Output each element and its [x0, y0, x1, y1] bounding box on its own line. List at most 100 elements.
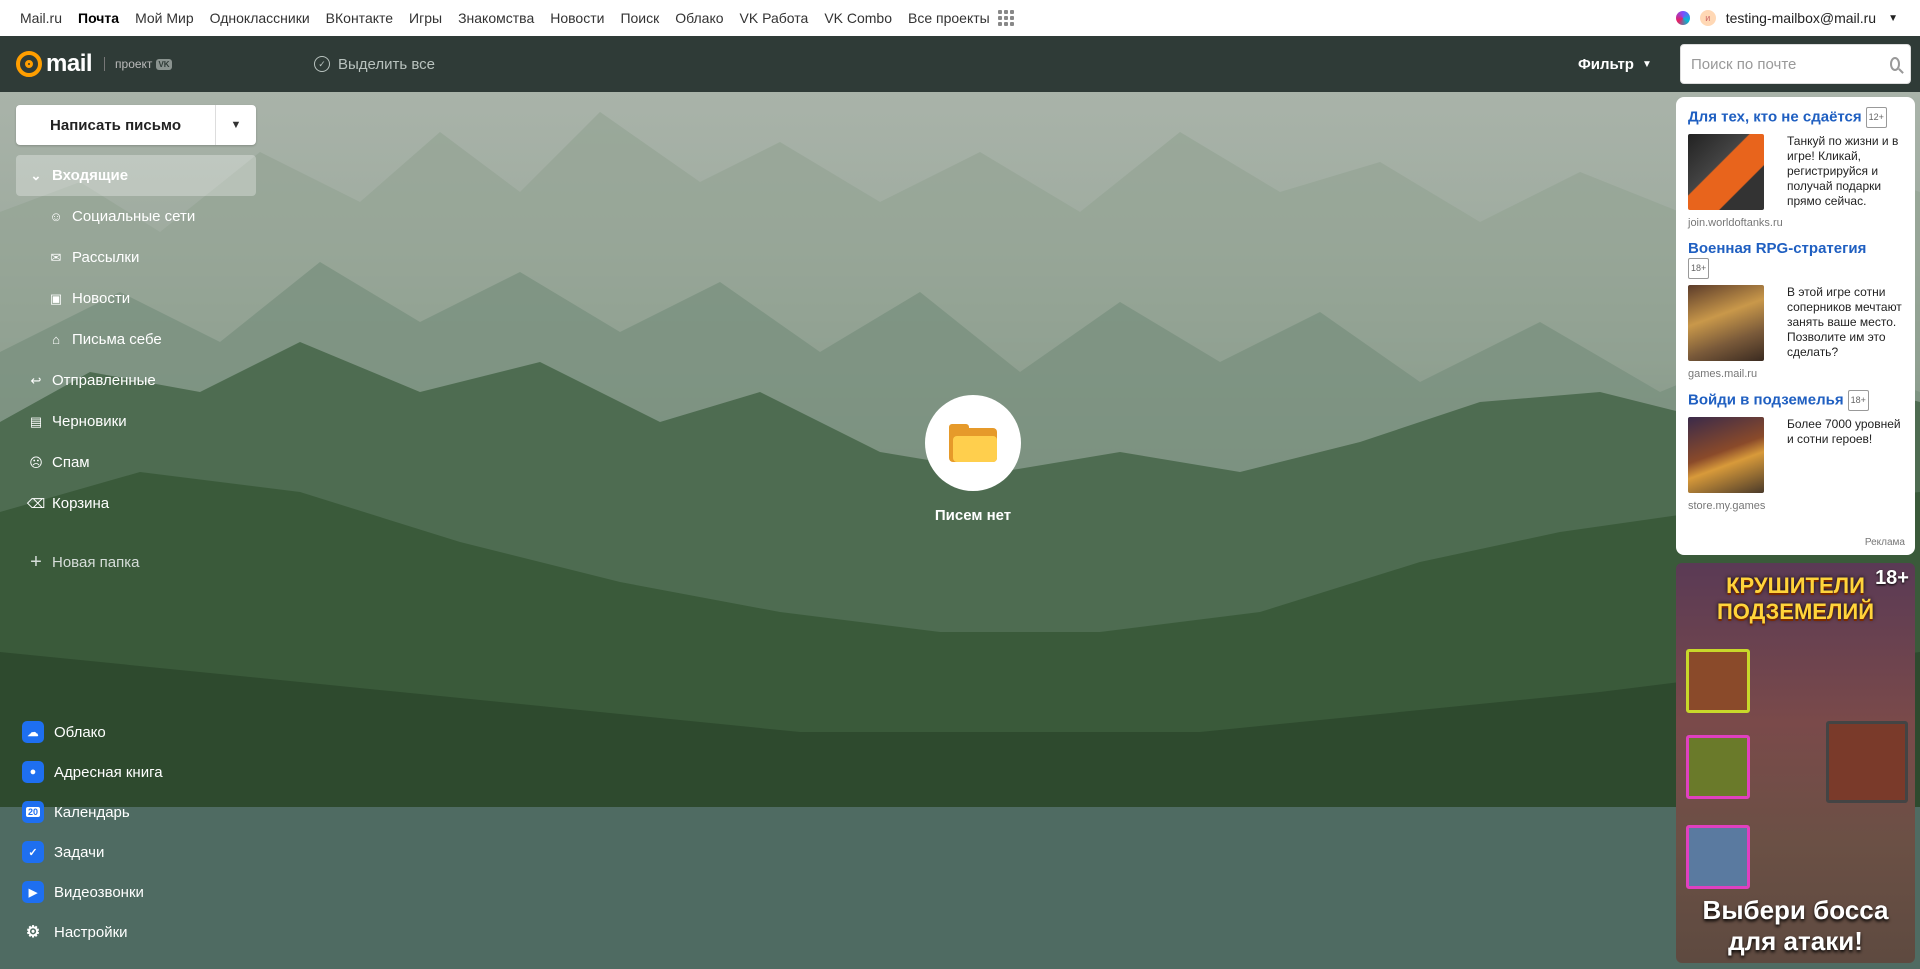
portal-link-dating[interactable]: Знакомства [458, 10, 534, 26]
calendar-icon: 20 [22, 801, 44, 823]
settings-icon: ⚙ [25, 924, 41, 941]
folder-news[interactable]: ▣ Новости [16, 278, 256, 319]
ad-title[interactable]: Войди в подземелья [1688, 391, 1844, 408]
folder-label: Черновики [52, 413, 127, 430]
empty-folder-badge [925, 395, 1021, 491]
folder-drafts[interactable]: ▤ Черновики [16, 401, 256, 442]
avatar[interactable]: и [1699, 10, 1716, 26]
app-video-calls[interactable]: ▶ Видеозвонки [22, 872, 262, 912]
search-box[interactable] [1680, 44, 1911, 84]
ad-body: Танкуй по жизни и в игре! Кликай, регист… [1688, 134, 1903, 210]
ad-title-row[interactable]: Военная RPG-стратегия 18+ [1688, 239, 1903, 279]
plus-icon: + [30, 551, 42, 573]
background-bottom [0, 807, 1920, 969]
app-label: Облако [54, 723, 106, 741]
portal-link-vk-combo[interactable]: VK Combo [824, 10, 892, 26]
portal-link-games[interactable]: Игры [409, 10, 442, 26]
portal-link-pochta[interactable]: Почта [78, 10, 119, 26]
app-label: Видеозвонки [54, 883, 144, 901]
to-self-icon: ⌂ [52, 332, 60, 347]
ad-thumbnail[interactable] [1688, 285, 1764, 361]
drafts-icon: ▤ [29, 413, 43, 429]
search-icon[interactable] [1890, 57, 1900, 71]
portal-link-mailru[interactable]: Mail.ru [20, 10, 62, 26]
ad-item[interactable]: Войди в подземелья 18+ Более 7000 уровней… [1688, 390, 1903, 512]
ad-domain[interactable]: games.mail.ru [1688, 368, 1903, 380]
ad-domain[interactable]: join.worldoftanks.ru [1688, 217, 1903, 229]
app-tasks[interactable]: ✓ Задачи [22, 832, 262, 872]
ad-thumbnail[interactable] [1688, 134, 1764, 210]
account-area: и testing-mailbox@mail.ru ▼ [1675, 0, 1898, 36]
video-call-icon: ▶ [22, 881, 44, 903]
hero-portrait-image [1686, 825, 1750, 889]
select-all-label: Выделить все [338, 55, 436, 73]
apps-list: ☁ Облако ● Адресная книга 20 Календарь ✓… [22, 712, 262, 952]
folder-list: ⌄ Входящие ☺ Социальные сети ✉ Рассылки … [16, 155, 256, 583]
app-label: Настройки [54, 923, 128, 941]
portal-link-vk-work[interactable]: VK Работа [740, 10, 809, 26]
ad-item[interactable]: Военная RPG-стратегия 18+ В этой игре сот… [1688, 239, 1903, 380]
tasks-icon: ✓ [22, 841, 44, 863]
app-label: Календарь [54, 803, 130, 821]
age-badge: 18+ [1847, 390, 1869, 411]
ad-item[interactable]: Для тех, кто не сдаётся 12+ Танкуй по жиз… [1688, 107, 1903, 229]
search-input[interactable] [1691, 55, 1890, 73]
folder-trash[interactable]: ⌫ Корзина [16, 483, 256, 524]
portal-link-cloud[interactable]: Облако [675, 10, 723, 26]
logo-text: mail [46, 50, 93, 77]
mail-logo[interactable]: mail проект VK [16, 50, 172, 78]
ad-title-row[interactable]: Для тех, кто не сдаётся 12+ [1688, 107, 1903, 128]
hero-portrait-image [1686, 649, 1750, 713]
portal-link-news[interactable]: Новости [550, 10, 604, 26]
ad-title[interactable]: Для тех, кто не сдаётся [1688, 108, 1862, 125]
folder-newsletters[interactable]: ✉ Рассылки [16, 237, 256, 278]
app-label: Адресная книга [54, 763, 163, 781]
ad-panel: Для тех, кто не сдаётся 12+ Танкуй по жиз… [1676, 97, 1915, 555]
folder-label: Корзина [52, 495, 110, 512]
portal-link-moy-mir[interactable]: Мой Мир [135, 10, 194, 26]
ad-body: Более 7000 уровней и сотни героев! [1688, 417, 1903, 493]
chevron-down-icon[interactable]: ⌄ [28, 168, 44, 184]
portal-link-all-projects[interactable]: Все проекты [908, 10, 990, 26]
news-icon: ▣ [49, 290, 63, 306]
folder-label: Рассылки [72, 249, 140, 266]
folder-label: Спам [52, 454, 90, 471]
folder-social[interactable]: ☺ Социальные сети [16, 196, 256, 237]
assistant-orb-icon[interactable] [1675, 11, 1690, 25]
spam-icon: ☹ [29, 454, 43, 470]
folder-icon [949, 424, 997, 462]
age-badge: 18+ [1688, 258, 1710, 279]
logo-divider [104, 57, 106, 71]
compose-options-chevron-icon[interactable]: ▼ [216, 105, 256, 145]
ad-title[interactable]: Военная RPG-стратегия [1688, 240, 1866, 257]
app-contacts[interactable]: ● Адресная книга [22, 752, 262, 792]
ad-banner[interactable]: КРУШИТЕЛИ ПОДЗЕМЕЛИЙ 18+ Выбери босса дл… [1676, 563, 1915, 963]
new-folder-button[interactable]: + Новая папка [16, 542, 256, 583]
compose-button[interactable]: Написать письмо [16, 105, 216, 145]
ad-title-row[interactable]: Войди в подземелья 18+ [1688, 390, 1903, 411]
app-cloud[interactable]: ☁ Облако [22, 712, 262, 752]
app-calendar[interactable]: 20 Календарь [22, 792, 262, 832]
contacts-icon: ● [22, 761, 44, 783]
select-all-button[interactable]: ✓ Выделить все [314, 36, 435, 92]
ad-body: В этой игре сотни соперников мечтают зан… [1688, 285, 1903, 361]
portal-link-search[interactable]: Поиск [620, 10, 659, 26]
chevron-down-icon[interactable]: ▼ [1888, 13, 1898, 24]
empty-state: Писем нет [925, 395, 1021, 524]
ad-domain[interactable]: store.my.games [1688, 500, 1903, 512]
folder-label: Новости [72, 290, 131, 307]
at-logo-icon [16, 51, 42, 77]
portal-link-ok[interactable]: Одноклассники [210, 10, 310, 26]
folder-to-self[interactable]: ⌂ Письма себе [16, 319, 256, 360]
folder-inbox[interactable]: ⌄ Входящие [16, 155, 256, 196]
ad-thumbnail[interactable] [1688, 417, 1764, 493]
vk-badge: VK [156, 58, 172, 70]
folder-spam[interactable]: ☹ Спам [16, 442, 256, 483]
app-settings[interactable]: ⚙ Настройки [22, 912, 262, 952]
filter-button[interactable]: Фильтр ▼ [1578, 36, 1652, 92]
portal-link-vk[interactable]: ВКонтакте [326, 10, 393, 26]
apps-grid-icon[interactable] [997, 10, 1014, 26]
account-email[interactable]: testing-mailbox@mail.ru [1726, 10, 1876, 26]
folder-sent[interactable]: ↩ Отправленные [16, 360, 256, 401]
banner-age-badge: 18+ [1875, 567, 1909, 589]
